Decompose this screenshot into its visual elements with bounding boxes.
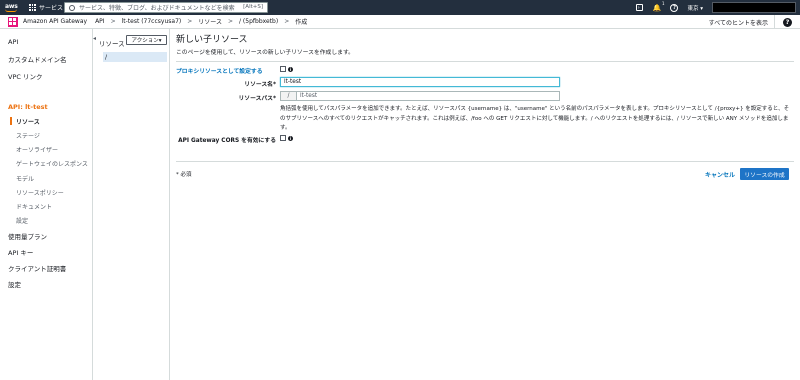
- service-name[interactable]: Amazon API Gateway: [23, 18, 87, 25]
- collapse-panel-icon[interactable]: ◂: [93, 35, 98, 42]
- question-icon: ?: [783, 17, 792, 27]
- resource-path-field: / lt-test: [280, 91, 560, 101]
- service-header-bar: Amazon API Gateway API > lt-test (77ccsy…: [0, 15, 800, 29]
- info-icon[interactable]: i: [288, 66, 293, 72]
- resource-path-input[interactable]: lt-test: [296, 91, 560, 101]
- nav-item-stages[interactable]: ステージ: [16, 131, 40, 140]
- nav-item-api-name[interactable]: API: lt-test: [8, 103, 48, 111]
- search-shortcut: [Alt+S]: [243, 4, 263, 10]
- main-content: 新しい子リソース このページを使用して、リソースの新しい子リソースを作成します。…: [170, 29, 800, 380]
- page-description: このページを使用して、リソースの新しい子リソースを作成します。: [176, 47, 794, 62]
- nav-item-resources[interactable]: リソース: [10, 117, 40, 126]
- breadcrumb-separator-icon: >: [110, 18, 116, 25]
- account-menu[interactable]: [712, 2, 796, 13]
- form-divider: [176, 161, 794, 162]
- nav-item-client-certificates[interactable]: クライアント証明書: [8, 263, 66, 273]
- cors-label: API Gateway CORS を有効にする: [178, 138, 276, 144]
- cors-checkbox[interactable]: [280, 135, 286, 141]
- search-placeholder: サービス、特徴、ブログ、およびドキュメントなどを検索: [79, 5, 235, 12]
- resource-path-label: リソースパス*: [238, 96, 276, 102]
- services-label: サービス: [39, 5, 64, 12]
- breadcrumb-separator-icon: >: [284, 18, 290, 25]
- bell-icon[interactable]: 🔔 1: [652, 1, 665, 12]
- nav-item-custom-domains[interactable]: カスタムドメイン名: [8, 54, 67, 64]
- required-note: * 必須: [176, 172, 192, 178]
- cancel-button[interactable]: キャンセル: [705, 170, 735, 179]
- breadcrumb-separator-icon: >: [227, 18, 233, 25]
- resource-name-input[interactable]: lt-test: [280, 77, 560, 87]
- nav-item-authorizers[interactable]: オーソライザー: [16, 145, 58, 154]
- resource-path-help-text: 角括弧を使用してパスパラメータを追加できます。たとえば、リソースパス {user…: [280, 106, 790, 131]
- top-navigation-bar: aws サービス サービス、特徴、ブログ、およびドキュメントなどを検索 [Alt…: [0, 0, 800, 15]
- help-circle-icon[interactable]: ?: [670, 3, 679, 12]
- grid-icon: [29, 4, 36, 11]
- breadcrumb-item[interactable]: / (5pfbbxetb): [239, 18, 278, 25]
- proxy-resource-label[interactable]: プロキシリソースとして設定する: [176, 66, 263, 75]
- nav-item-gateway-responses[interactable]: ゲートウェイのレスポンス: [16, 159, 88, 168]
- nav-item-resource-policy[interactable]: リソースポリシー: [16, 188, 64, 197]
- info-icon[interactable]: i: [288, 135, 293, 141]
- cloudshell-icon[interactable]: ›_: [636, 4, 644, 11]
- api-gateway-icon: [8, 16, 18, 27]
- services-menu[interactable]: サービス: [29, 3, 63, 12]
- resource-path-prefix: /: [280, 91, 296, 101]
- proxy-resource-checkbox[interactable]: [280, 66, 286, 72]
- create-resource-button[interactable]: リソースの作成: [740, 168, 789, 180]
- nav-item-models[interactable]: モデル: [16, 174, 34, 183]
- resource-tree-root[interactable]: /: [103, 52, 167, 62]
- top-right-controls: ›_ 🔔 1 ? 東京 ▾: [636, 0, 800, 15]
- show-all-hints-link[interactable]: すべてのヒントを表示: [709, 18, 768, 27]
- aws-smile-icon: [5, 9, 17, 12]
- nav-item-settings[interactable]: 設定: [8, 279, 21, 289]
- nav-item-vpc-links[interactable]: VPC リンク: [8, 71, 42, 81]
- aws-logo[interactable]: aws: [5, 3, 22, 12]
- nav-item-api-settings[interactable]: 設定: [16, 216, 28, 225]
- resource-name-label: リソース名*: [244, 82, 276, 88]
- nav-item-documentation[interactable]: ドキュメント: [16, 202, 52, 211]
- breadcrumb-item[interactable]: リソース: [198, 17, 222, 26]
- search-icon: [69, 4, 75, 11]
- page-title: 新しい子リソース: [176, 35, 248, 45]
- nav-item-usage-plans[interactable]: 使用量プラン: [8, 231, 47, 241]
- breadcrumb-item[interactable]: API: [95, 18, 105, 25]
- breadcrumb: API > lt-test (77ccsyusa7) > リソース > / (5…: [95, 17, 307, 26]
- help-button[interactable]: ?: [774, 15, 800, 29]
- nav-item-api-keys[interactable]: API キー: [8, 247, 33, 257]
- resources-title: リソース: [99, 40, 125, 48]
- nav-item-apis[interactable]: API: [8, 38, 18, 46]
- region-selector[interactable]: 東京 ▾: [687, 4, 703, 12]
- breadcrumb-separator-icon: >: [187, 18, 193, 25]
- breadcrumb-item: 作成: [295, 19, 308, 26]
- left-navigation: API カスタムドメイン名 VPC リンク API: lt-test リソース …: [0, 29, 93, 380]
- notification-count: 1: [661, 1, 665, 6]
- search-input[interactable]: サービス、特徴、ブログ、およびドキュメントなどを検索 [Alt+S]: [64, 2, 268, 13]
- actions-button[interactable]: アクション▾: [126, 35, 167, 45]
- resource-tree-panel: ◂ リソース アクション▾ /: [93, 29, 170, 380]
- breadcrumb-item[interactable]: lt-test (77ccsyusa7): [122, 18, 182, 25]
